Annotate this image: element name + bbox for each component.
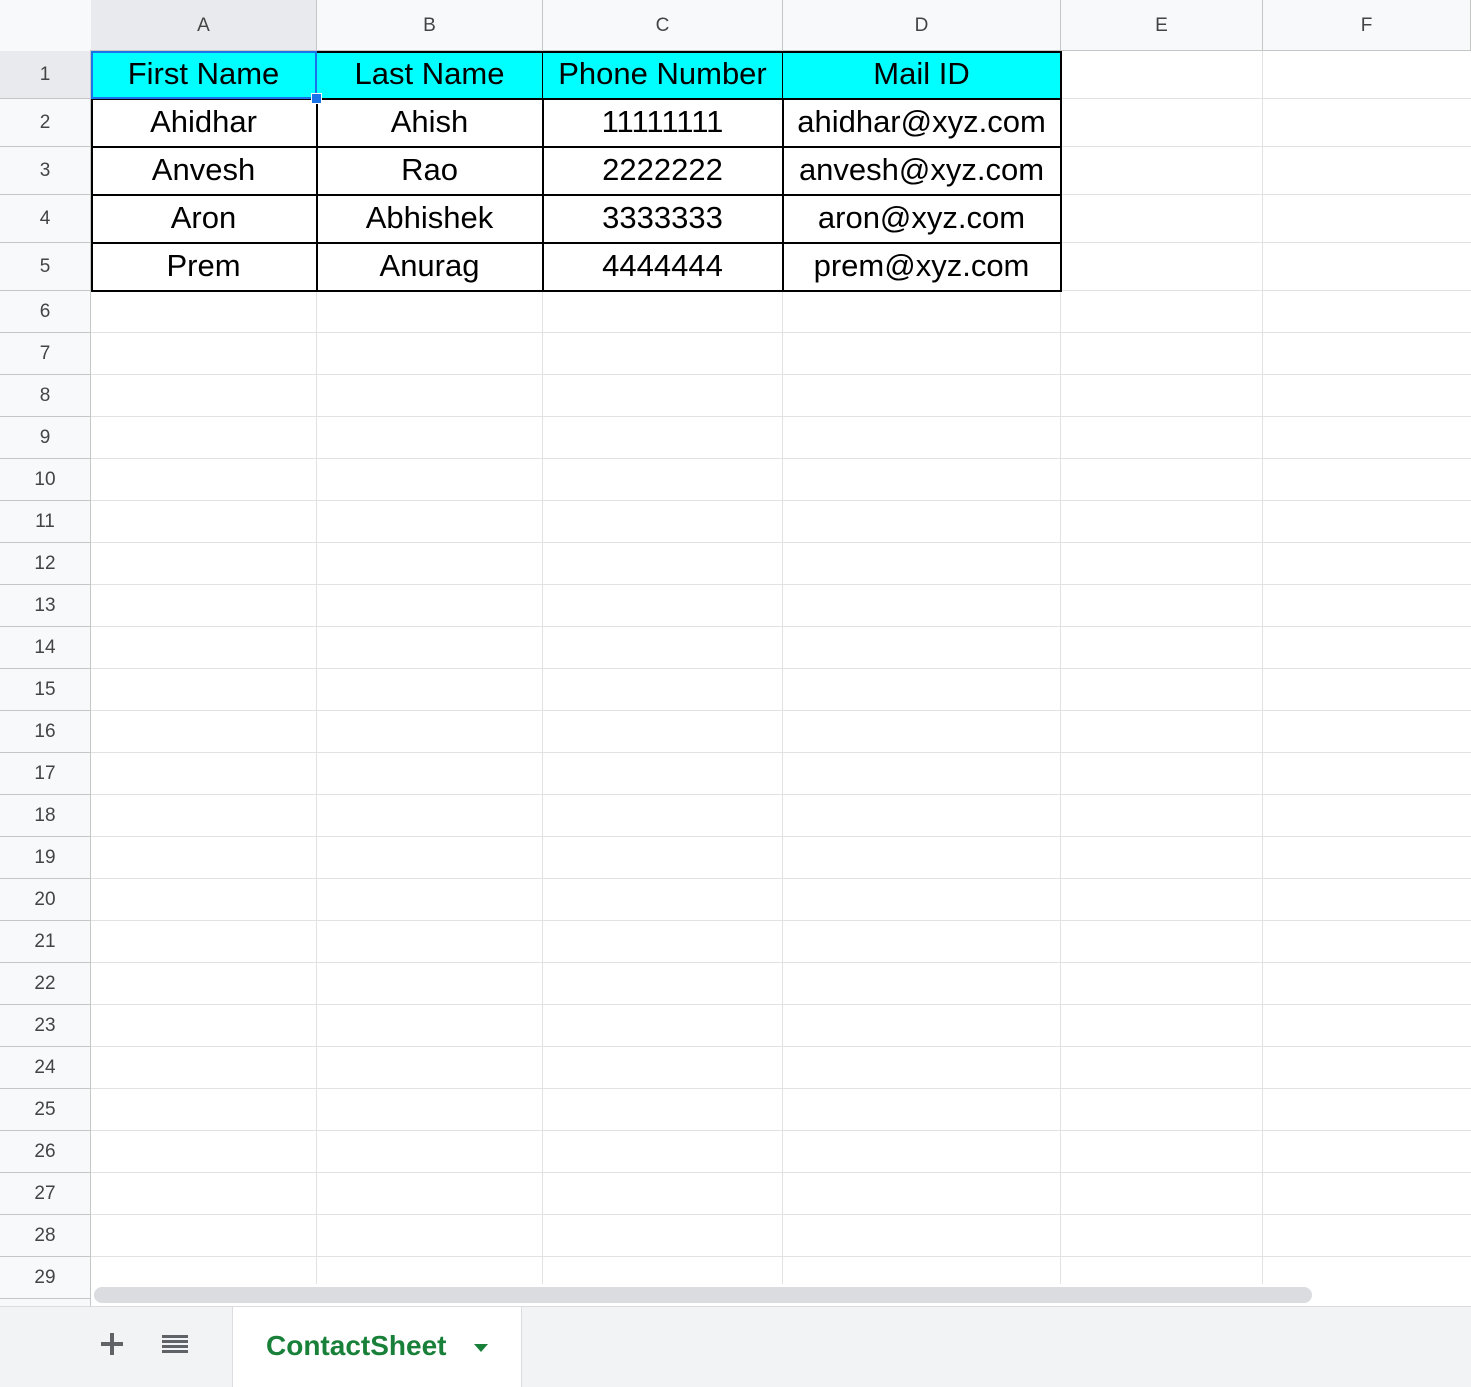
- grid-line-horizontal: [91, 1172, 1471, 1173]
- table-cell[interactable]: Rao: [317, 147, 544, 196]
- header-cell[interactable]: Mail ID: [783, 51, 1062, 100]
- grid-line-horizontal: [91, 668, 1471, 669]
- grid-line-horizontal: [91, 920, 1471, 921]
- row-header-14[interactable]: 14: [0, 627, 90, 669]
- column-header-d[interactable]: D: [783, 0, 1061, 50]
- table-cell[interactable]: 2222222: [543, 147, 784, 196]
- sheet-tab-label: ContactSheet: [266, 1330, 447, 1361]
- row-header-26[interactable]: 26: [0, 1131, 90, 1173]
- column-header-f[interactable]: F: [1263, 0, 1471, 50]
- grid-line-horizontal: [91, 1046, 1471, 1047]
- column-header-b[interactable]: B: [317, 0, 543, 50]
- grid-line-horizontal: [91, 962, 1471, 963]
- grid-line-horizontal: [91, 836, 1471, 837]
- table-cell[interactable]: 11111111: [543, 99, 784, 148]
- grid-line-horizontal: [91, 332, 1471, 333]
- tab-contactsheet[interactable]: ContactSheet: [232, 1307, 522, 1387]
- grid-line-horizontal: [91, 626, 1471, 627]
- grid-line-horizontal: [91, 416, 1471, 417]
- grid-line-horizontal: [91, 794, 1471, 795]
- row-header-27[interactable]: 27: [0, 1173, 90, 1215]
- grid-line-horizontal: [91, 752, 1471, 753]
- row-header-23[interactable]: 23: [0, 1005, 90, 1047]
- header-cell[interactable]: Last Name: [317, 51, 544, 100]
- table-cell[interactable]: Aron: [91, 195, 318, 244]
- row-header-5[interactable]: 5: [0, 243, 90, 291]
- fill-handle[interactable]: [311, 93, 322, 104]
- plus-icon[interactable]: [95, 1327, 129, 1361]
- row-header-3[interactable]: 3: [0, 147, 90, 195]
- grid-line-horizontal: [91, 1130, 1471, 1131]
- grid-line-horizontal: [91, 878, 1471, 879]
- table-cell[interactable]: aron@xyz.com: [783, 195, 1062, 244]
- grid-line-horizontal: [91, 1088, 1471, 1089]
- table-cell[interactable]: Anurag: [317, 243, 544, 292]
- table-cell[interactable]: ahidhar@xyz.com: [783, 99, 1062, 148]
- grid-line-horizontal: [91, 584, 1471, 585]
- row-header-12[interactable]: 12: [0, 543, 90, 585]
- row-header-22[interactable]: 22: [0, 963, 90, 1005]
- grid-line-horizontal: [91, 1256, 1471, 1257]
- row-header-19[interactable]: 19: [0, 837, 90, 879]
- table-cell[interactable]: 4444444: [543, 243, 784, 292]
- column-header-bar: ABCDEF: [0, 0, 1471, 51]
- row-header-18[interactable]: 18: [0, 795, 90, 837]
- grid-line-horizontal: [91, 458, 1471, 459]
- grid-line-horizontal: [91, 710, 1471, 711]
- table-cell[interactable]: 3333333: [543, 195, 784, 244]
- row-header-6[interactable]: 6: [0, 291, 90, 333]
- column-header-c[interactable]: C: [543, 0, 783, 50]
- row-header-1[interactable]: 1: [0, 51, 90, 99]
- row-header-29[interactable]: 29: [0, 1257, 90, 1299]
- row-header-17[interactable]: 17: [0, 753, 90, 795]
- row-header-20[interactable]: 20: [0, 879, 90, 921]
- table-cell[interactable]: Anvesh: [91, 147, 318, 196]
- grid-line-horizontal: [91, 500, 1471, 501]
- column-header-e[interactable]: E: [1061, 0, 1263, 50]
- row-header-8[interactable]: 8: [0, 375, 90, 417]
- header-cell[interactable]: Phone Number: [543, 51, 784, 100]
- table-cell[interactable]: Ahish: [317, 99, 544, 148]
- cell-grid[interactable]: First Name Last Name Phone Number Mail ID Ah…: [91, 51, 1471, 1284]
- row-header-28[interactable]: 28: [0, 1215, 90, 1257]
- grid-line-horizontal: [91, 1004, 1471, 1005]
- row-header-15[interactable]: 15: [0, 669, 90, 711]
- table-cell[interactable]: prem@xyz.com: [783, 243, 1062, 292]
- sheet-tab-bar: ContactSheet: [0, 1306, 1471, 1387]
- row-header-13[interactable]: 13: [0, 585, 90, 627]
- row-header-24[interactable]: 24: [0, 1047, 90, 1089]
- row-header-4[interactable]: 4: [0, 195, 90, 243]
- row-header-11[interactable]: 11: [0, 501, 90, 543]
- row-header-9[interactable]: 9: [0, 417, 90, 459]
- row-header-25[interactable]: 25: [0, 1089, 90, 1131]
- grid-line-horizontal: [91, 374, 1471, 375]
- table-cell[interactable]: anvesh@xyz.com: [783, 147, 1062, 196]
- horizontal-scrollbar-thumb[interactable]: [94, 1287, 1312, 1303]
- table-cell[interactable]: Abhishek: [317, 195, 544, 244]
- row-header-16[interactable]: 16: [0, 711, 90, 753]
- grid-line-horizontal: [91, 542, 1471, 543]
- row-header-7[interactable]: 7: [0, 333, 90, 375]
- dropdown-arrow-icon[interactable]: [473, 1343, 489, 1353]
- column-header-a[interactable]: A: [91, 0, 317, 50]
- grid-line-horizontal: [91, 1214, 1471, 1215]
- row-header-10[interactable]: 10: [0, 459, 90, 501]
- row-header-2[interactable]: 2: [0, 99, 90, 147]
- table-cell[interactable]: Prem: [91, 243, 318, 292]
- row-header-bar: 1 2 3 4 5 6 7 8 9 10 11 12 13 14 15 16 17 18 19 20 21 22 23 24 2…: [0, 50, 91, 1306]
- list-icon[interactable]: [158, 1327, 192, 1361]
- table-cell[interactable]: Ahidhar: [91, 99, 318, 148]
- row-header-21[interactable]: 21: [0, 921, 90, 963]
- header-cell[interactable]: First Name: [91, 51, 318, 100]
